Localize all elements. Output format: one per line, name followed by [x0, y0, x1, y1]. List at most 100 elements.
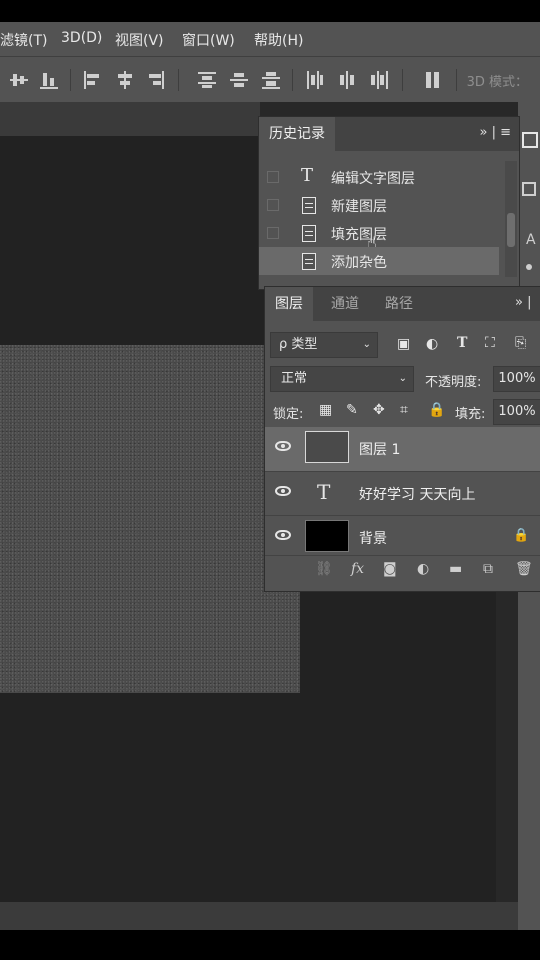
horizontal-scrollbar[interactable]: [0, 902, 518, 930]
trash-icon[interactable]: 🗑: [515, 561, 533, 577]
layer-thumbnail: [305, 431, 349, 463]
opacity-input[interactable]: 100%: [493, 366, 540, 392]
history-panel-tabs: 历史记录 » | ≡: [259, 117, 519, 151]
noise-layer-canvas[interactable]: [0, 345, 300, 693]
layer-filter-label: ρ 类型: [279, 337, 318, 352]
distribute-top-icon[interactable]: [198, 71, 216, 89]
opacity-label: 不透明度:: [425, 375, 482, 390]
mask-icon[interactable]: ◙: [383, 561, 397, 577]
filter-adjustment-icon[interactable]: ◐: [426, 336, 438, 352]
lock-position-icon[interactable]: ✥: [373, 402, 385, 418]
menu-3d[interactable]: 3D(D): [61, 30, 102, 46]
menu-help[interactable]: 帮助(H): [254, 30, 303, 50]
history-item-label: 填充图层: [331, 227, 387, 243]
link-icon[interactable]: ⛓: [315, 561, 333, 577]
document-tab-strip: [0, 102, 260, 136]
document-icon: [299, 224, 317, 242]
distribute-vertical-centers-icon[interactable]: [230, 71, 248, 89]
tab-layers[interactable]: 图层: [265, 287, 313, 321]
layers-panel: 图层 通道 路径 » | ρ 类型 ⌄ ▣ ◐ T ⛶ ⎘ 正常 ⌄ 不透明度:…: [264, 286, 540, 592]
layer-filter-select[interactable]: ρ 类型 ⌄: [270, 332, 378, 358]
chevron-down-icon: ⌄: [398, 373, 407, 384]
adjustment-icon[interactable]: ◐: [417, 561, 429, 577]
history-scrollbar[interactable]: [505, 161, 517, 277]
distribute-bottom-icon[interactable]: [262, 71, 280, 89]
history-item[interactable]: 填充图层 ☝: [259, 219, 499, 252]
history-brush-source-checkbox[interactable]: [267, 227, 279, 239]
document-icon: [299, 252, 317, 270]
history-item-label: 添加杂色: [331, 255, 387, 271]
align-horizontal-centers-icon[interactable]: [116, 71, 134, 89]
tab-paths[interactable]: 路径: [375, 287, 423, 321]
auto-align-icon[interactable]: [424, 71, 442, 89]
distribute-left-icon[interactable]: [306, 71, 324, 89]
tab-channels[interactable]: 通道: [321, 287, 369, 321]
paragraph-panel-icon[interactable]: [526, 264, 532, 270]
menu-view[interactable]: 视图(V): [115, 30, 164, 50]
document-icon: [299, 196, 317, 214]
new-layer-icon[interactable]: ⧉: [483, 561, 493, 577]
options-bar: 3D 模式：: [0, 56, 540, 103]
layer-row[interactable]: 背景 🔒: [265, 515, 540, 560]
layer-name[interactable]: 图层 1: [359, 439, 400, 459]
align-left-edges-icon[interactable]: [84, 71, 102, 89]
bottom-letterbox: [0, 930, 540, 960]
history-brush-source-checkbox[interactable]: [267, 255, 279, 267]
character-panel-icon[interactable]: A: [526, 232, 536, 248]
lock-transparent-pixels-icon[interactable]: ▦: [319, 402, 332, 418]
layer-row[interactable]: T 好好学习 天天向上: [265, 471, 540, 516]
distribute-right-icon[interactable]: [370, 71, 388, 89]
layers-panel-tabs: 图层 通道 路径 » |: [265, 287, 540, 321]
panel-menu-icon[interactable]: » |: [515, 295, 531, 310]
lock-icon: 🔒: [513, 528, 530, 543]
filter-pixel-icon[interactable]: ▣: [397, 336, 410, 352]
filter-shape-icon[interactable]: ⛶: [485, 335, 495, 351]
layer-thumbnail: [305, 520, 349, 552]
fill-label: 填充:: [455, 407, 486, 422]
folder-icon[interactable]: ▬: [449, 561, 462, 577]
eye-icon[interactable]: [275, 441, 291, 451]
properties-panel-icon[interactable]: [522, 132, 538, 148]
layer-name[interactable]: 背景: [359, 528, 387, 548]
history-brush-source-checkbox[interactable]: [267, 171, 279, 183]
eye-icon[interactable]: [275, 530, 291, 540]
history-item-selected[interactable]: 添加杂色: [259, 247, 499, 275]
toolbar-divider: [70, 69, 71, 91]
blend-mode-select[interactable]: 正常 ⌄: [270, 366, 414, 392]
tab-history[interactable]: 历史记录: [259, 117, 335, 151]
toolbar-divider: [402, 69, 403, 91]
menu-bar: 滤镜(T) 3D(D) 视图(V) 窗口(W) 帮助(H): [0, 22, 540, 56]
history-item-label: 编辑文字图层: [331, 171, 415, 187]
fx-icon[interactable]: fx: [351, 561, 364, 577]
panel-divider: [265, 555, 540, 556]
fill-input[interactable]: 100%: [493, 399, 540, 425]
filter-type-icon[interactable]: T: [457, 335, 467, 351]
menu-filter[interactable]: 滤镜(T): [0, 30, 47, 50]
chevron-down-icon: ⌄: [362, 339, 371, 350]
align-vertical-centers-icon[interactable]: [10, 71, 28, 89]
eye-icon[interactable]: [275, 486, 291, 496]
history-item-label: 新建图层: [331, 199, 387, 215]
toolbar-divider: [292, 69, 293, 91]
history-item[interactable]: T 编辑文字图层: [259, 163, 499, 191]
filter-smart-object-icon[interactable]: ⎘: [515, 335, 526, 351]
3d-mode-label: 3D 模式：: [466, 75, 528, 90]
blend-mode-value: 正常: [281, 371, 308, 386]
adjustments-panel-icon[interactable]: [522, 182, 536, 196]
align-right-edges-icon[interactable]: [146, 71, 164, 89]
menu-window[interactable]: 窗口(W): [182, 30, 235, 50]
history-scrollbar-thumb[interactable]: [507, 213, 515, 247]
lock-all-icon[interactable]: 🔒: [428, 402, 445, 418]
lock-image-pixels-icon[interactable]: ✎: [346, 402, 358, 418]
layer-name[interactable]: 好好学习 天天向上: [359, 484, 475, 504]
lock-label: 锁定:: [273, 407, 304, 422]
distribute-horizontal-centers-icon[interactable]: [338, 71, 356, 89]
layer-row-selected[interactable]: 图层 1: [265, 427, 540, 471]
toolbar-divider: [456, 69, 457, 91]
panel-menu-icon[interactable]: » | ≡: [480, 125, 512, 140]
lock-artboard-icon[interactable]: ⌗: [400, 402, 408, 418]
align-bottom-edges-icon[interactable]: [40, 71, 58, 89]
toolbar-divider: [178, 69, 179, 91]
history-item[interactable]: 新建图层: [259, 191, 499, 219]
history-brush-source-checkbox[interactable]: [267, 199, 279, 211]
